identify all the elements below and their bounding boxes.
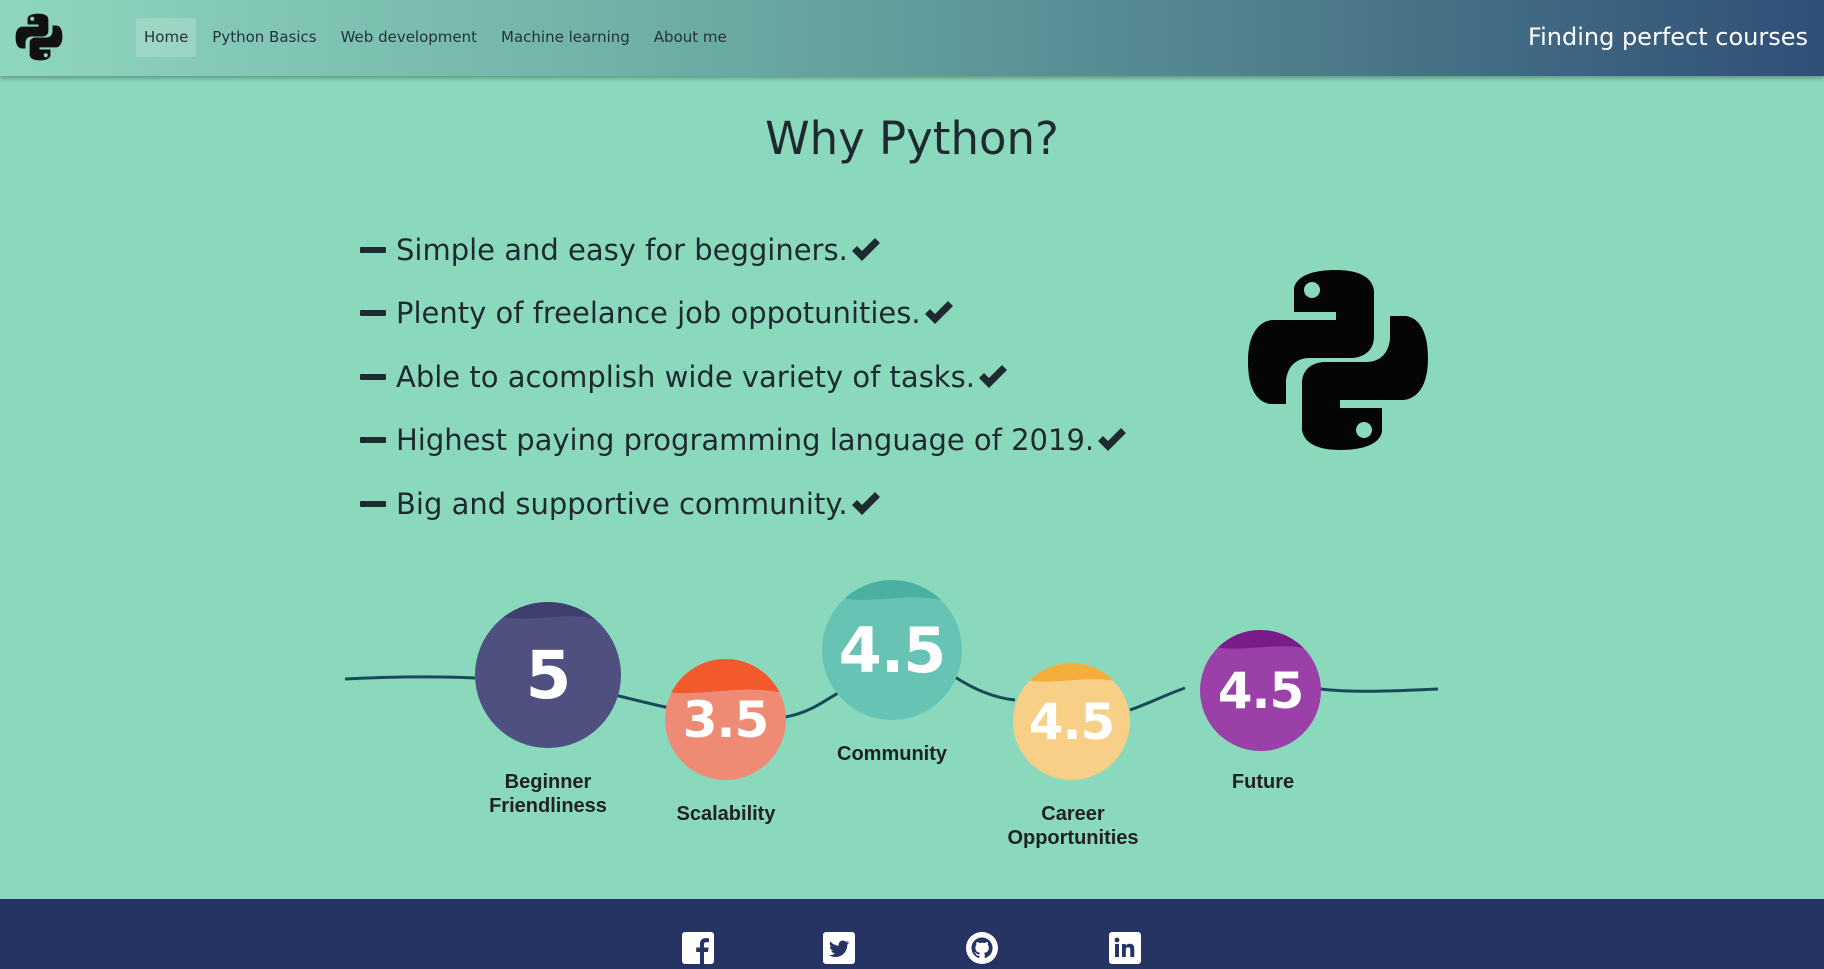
rating-bubble-community: 4.5	[822, 580, 962, 720]
checkmark-icon	[851, 237, 880, 261]
rating-value: 4.5	[838, 613, 947, 687]
rating-bubble-career-opportunities: 4.5	[1013, 663, 1130, 780]
bubble-cap	[838, 580, 946, 602]
python-logo-icon	[1248, 270, 1428, 450]
rating-label: Scalability	[676, 803, 776, 825]
nav-link-web-development[interactable]: Web development	[333, 18, 485, 57]
rating-label: Career Opportunities	[1007, 803, 1139, 849]
rating-value: 3.5	[682, 690, 770, 749]
reason-text: Big and supportive community.	[396, 486, 848, 521]
dash-icon	[360, 310, 386, 317]
github-icon[interactable]	[965, 931, 999, 965]
rating-bubble-beginner-friendliness: 5	[475, 602, 621, 748]
dash-icon	[360, 437, 386, 444]
reasons-list: Simple and easy for begginers. Plenty of…	[360, 218, 1128, 536]
dash-icon	[360, 373, 386, 380]
rating-label: Future	[1231, 771, 1295, 793]
list-item: Plenty of freelance job oppotunities.	[360, 282, 1128, 346]
nav-tagline: Finding perfect courses	[1528, 23, 1808, 51]
rating-value: 4.5	[1217, 661, 1305, 720]
reason-text: Simple and easy for begginers.	[396, 232, 848, 267]
checkmark-icon	[978, 364, 1007, 388]
twitter-icon[interactable]	[822, 931, 856, 965]
nav-link-python-basics[interactable]: Python Basics	[204, 18, 324, 57]
list-item: Able to acomplish wide variety of tasks.	[360, 345, 1128, 409]
bubble-cap	[498, 602, 598, 620]
ratings-infographic: 5 Beginner Friendliness 3.5 Scalability 4…	[345, 565, 1440, 875]
bubble-cap	[1021, 663, 1122, 683]
page-title: Why Python?	[765, 112, 1059, 165]
checkmark-icon	[924, 301, 953, 325]
reason-text: Highest paying programming language of 2…	[396, 423, 1095, 458]
list-item: Simple and easy for begginers.	[360, 218, 1128, 282]
reason-text: Plenty of freelance job oppotunities.	[396, 296, 921, 331]
reason-text: Able to acomplish wide variety of tasks.	[396, 359, 975, 394]
rating-label: Community	[837, 743, 947, 765]
python-logo-icon[interactable]	[13, 11, 65, 63]
dash-icon	[360, 246, 386, 253]
checkmark-icon	[851, 491, 880, 515]
nav-link-machine-learning[interactable]: Machine learning	[493, 18, 638, 57]
rating-label: Beginner Friendliness	[489, 771, 607, 817]
bubble-cap	[1210, 630, 1311, 650]
list-item: Big and supportive community.	[360, 472, 1128, 536]
facebook-icon[interactable]	[681, 931, 715, 965]
rating-bubble-future: 4.5	[1200, 630, 1321, 751]
linkedin-icon[interactable]	[1108, 931, 1142, 965]
nav-link-about-me[interactable]: About me	[646, 18, 735, 57]
footer	[0, 899, 1824, 969]
nav-menu: Home Python Basics Web development Machi…	[136, 18, 735, 57]
checkmark-icon	[1098, 428, 1127, 452]
dash-icon	[360, 500, 386, 507]
rating-bubble-scalability: 3.5	[665, 659, 786, 780]
top-navbar: Home Python Basics Web development Machi…	[0, 0, 1824, 76]
nav-link-home[interactable]: Home	[136, 18, 197, 57]
rating-value: 4.5	[1028, 692, 1116, 751]
rating-value: 5	[525, 636, 572, 714]
list-item: Highest paying programming language of 2…	[360, 409, 1128, 473]
